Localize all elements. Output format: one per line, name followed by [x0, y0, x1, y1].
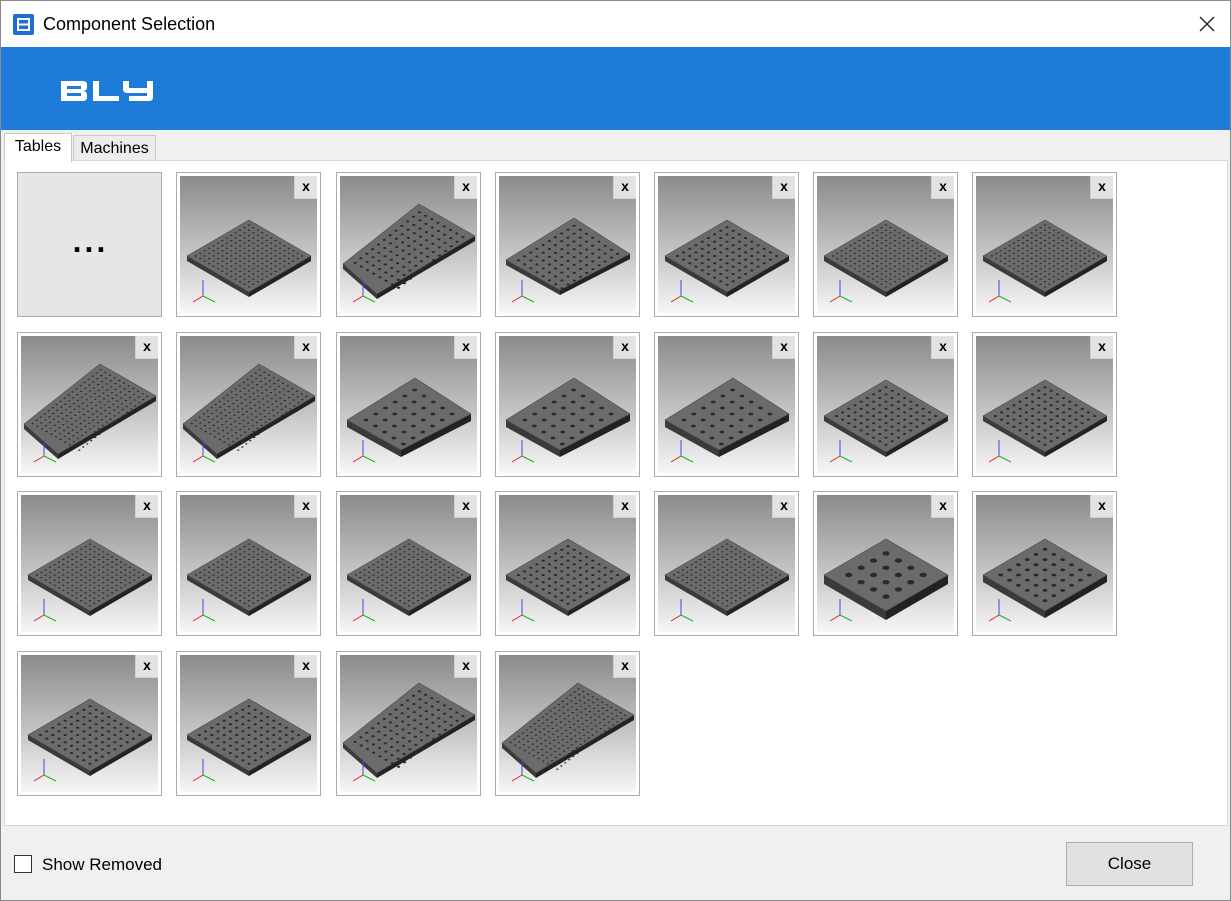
table-hole-pattern [675, 226, 779, 286]
table-component-tile[interactable]: x [495, 651, 640, 796]
axis-triad-icon [670, 440, 694, 463]
remove-table-button[interactable]: x [613, 176, 636, 199]
tab-tables[interactable]: Tables [4, 133, 72, 162]
remove-table-button[interactable]: x [294, 495, 317, 518]
remove-table-button[interactable]: x [454, 495, 477, 518]
brand-banner [1, 47, 1230, 130]
axis-triad-icon [988, 599, 1012, 622]
table-component-tile[interactable]: x [972, 172, 1117, 317]
table-component-tile[interactable]: x [336, 332, 481, 477]
remove-table-button[interactable]: x [135, 655, 158, 678]
table-hole-pattern [993, 386, 1097, 446]
axis-triad-icon [352, 440, 376, 463]
table-component-tile[interactable]: x [495, 491, 640, 636]
remove-table-button[interactable]: x [931, 495, 954, 518]
table-component-tile[interactable]: x [813, 332, 958, 477]
tab-strip: Machines Tables [1, 130, 1230, 162]
table-component-tile[interactable]: x [495, 332, 640, 477]
axis-triad-icon [670, 280, 694, 303]
bly-logo [61, 81, 153, 101]
remove-table-button[interactable]: x [135, 336, 158, 359]
table-component-tile[interactable]: x [176, 491, 321, 636]
add-tile-label: ... [72, 223, 109, 259]
tab-machines[interactable]: Machines [73, 135, 156, 162]
app-icon [13, 14, 34, 35]
remove-table-button[interactable]: x [294, 336, 317, 359]
remove-table-button[interactable]: x [772, 495, 795, 518]
table-hole-pattern [516, 545, 620, 605]
table-component-tile[interactable]: x [654, 491, 799, 636]
table-top-face [823, 538, 949, 612]
show-removed-label: Show Removed [42, 855, 163, 874]
remove-table-button[interactable]: x [772, 176, 795, 199]
axis-triad-icon [192, 759, 216, 782]
axis-triad-icon [511, 280, 535, 303]
remove-table-button[interactable]: x [931, 336, 954, 359]
table-component-tile[interactable]: x [654, 172, 799, 317]
table-component-tile[interactable]: x [813, 491, 958, 636]
remove-table-button[interactable]: x [613, 495, 636, 518]
table-component-tile[interactable]: x [813, 172, 958, 317]
table-component-tile[interactable]: x [336, 491, 481, 636]
table-component-tile[interactable]: x [972, 332, 1117, 477]
axis-triad-icon [670, 599, 694, 622]
remove-table-button[interactable]: x [613, 655, 636, 678]
table-component-tile[interactable]: x [654, 332, 799, 477]
remove-table-button[interactable]: x [454, 176, 477, 199]
table-component-tile[interactable]: x [336, 172, 481, 317]
axis-triad-icon [829, 599, 853, 622]
remove-table-button[interactable]: x [1090, 176, 1113, 199]
remove-table-button[interactable]: x [294, 655, 317, 678]
remove-table-button[interactable]: x [454, 655, 477, 678]
remove-table-button[interactable]: x [294, 176, 317, 199]
axis-triad-icon [829, 440, 853, 463]
remove-table-button[interactable]: x [931, 176, 954, 199]
axis-triad-icon [988, 440, 1012, 463]
axis-triad-icon [988, 280, 1012, 303]
table-component-tile[interactable]: x [336, 651, 481, 796]
close-icon[interactable] [1184, 1, 1230, 47]
window-title: Component Selection [43, 14, 216, 34]
table-component-tile[interactable]: x [17, 332, 162, 477]
remove-table-button[interactable]: x [135, 495, 158, 518]
title-bar: Component Selection [1, 1, 1230, 47]
table-component-tile[interactable]: x [17, 491, 162, 636]
table-component-tile[interactable]: x [176, 332, 321, 477]
tables-panel: ... x x x x x x x x x x x x x x x x x x x x x x x x [4, 160, 1228, 826]
close-button[interactable]: Close [1066, 842, 1193, 886]
table-component-tile[interactable]: x [176, 651, 321, 796]
axis-triad-icon [192, 280, 216, 303]
table-hole-pattern [834, 386, 938, 446]
axis-triad-icon [33, 599, 57, 622]
table-component-tile[interactable]: x [17, 651, 162, 796]
component-selection-window: Component Selection Machines Tables ... … [0, 0, 1231, 901]
table-component-tile[interactable]: x [495, 172, 640, 317]
remove-table-button[interactable]: x [1090, 495, 1113, 518]
remove-table-button[interactable]: x [772, 336, 795, 359]
table-component-tile[interactable]: x [176, 172, 321, 317]
remove-table-button[interactable]: x [1090, 336, 1113, 359]
axis-triad-icon [192, 599, 216, 622]
axis-triad-icon [511, 440, 535, 463]
axis-triad-icon [33, 759, 57, 782]
axis-triad-icon [511, 599, 535, 622]
remove-table-button[interactable]: x [613, 336, 636, 359]
add-table-button[interactable]: ... [17, 172, 162, 317]
table-component-tile[interactable]: x [972, 491, 1117, 636]
show-removed-checkbox[interactable] [14, 855, 32, 873]
table-hole-pattern [38, 705, 142, 765]
remove-table-button[interactable]: x [454, 336, 477, 359]
axis-triad-icon [352, 599, 376, 622]
table-hole-pattern [197, 705, 301, 765]
axis-triad-icon [829, 280, 853, 303]
